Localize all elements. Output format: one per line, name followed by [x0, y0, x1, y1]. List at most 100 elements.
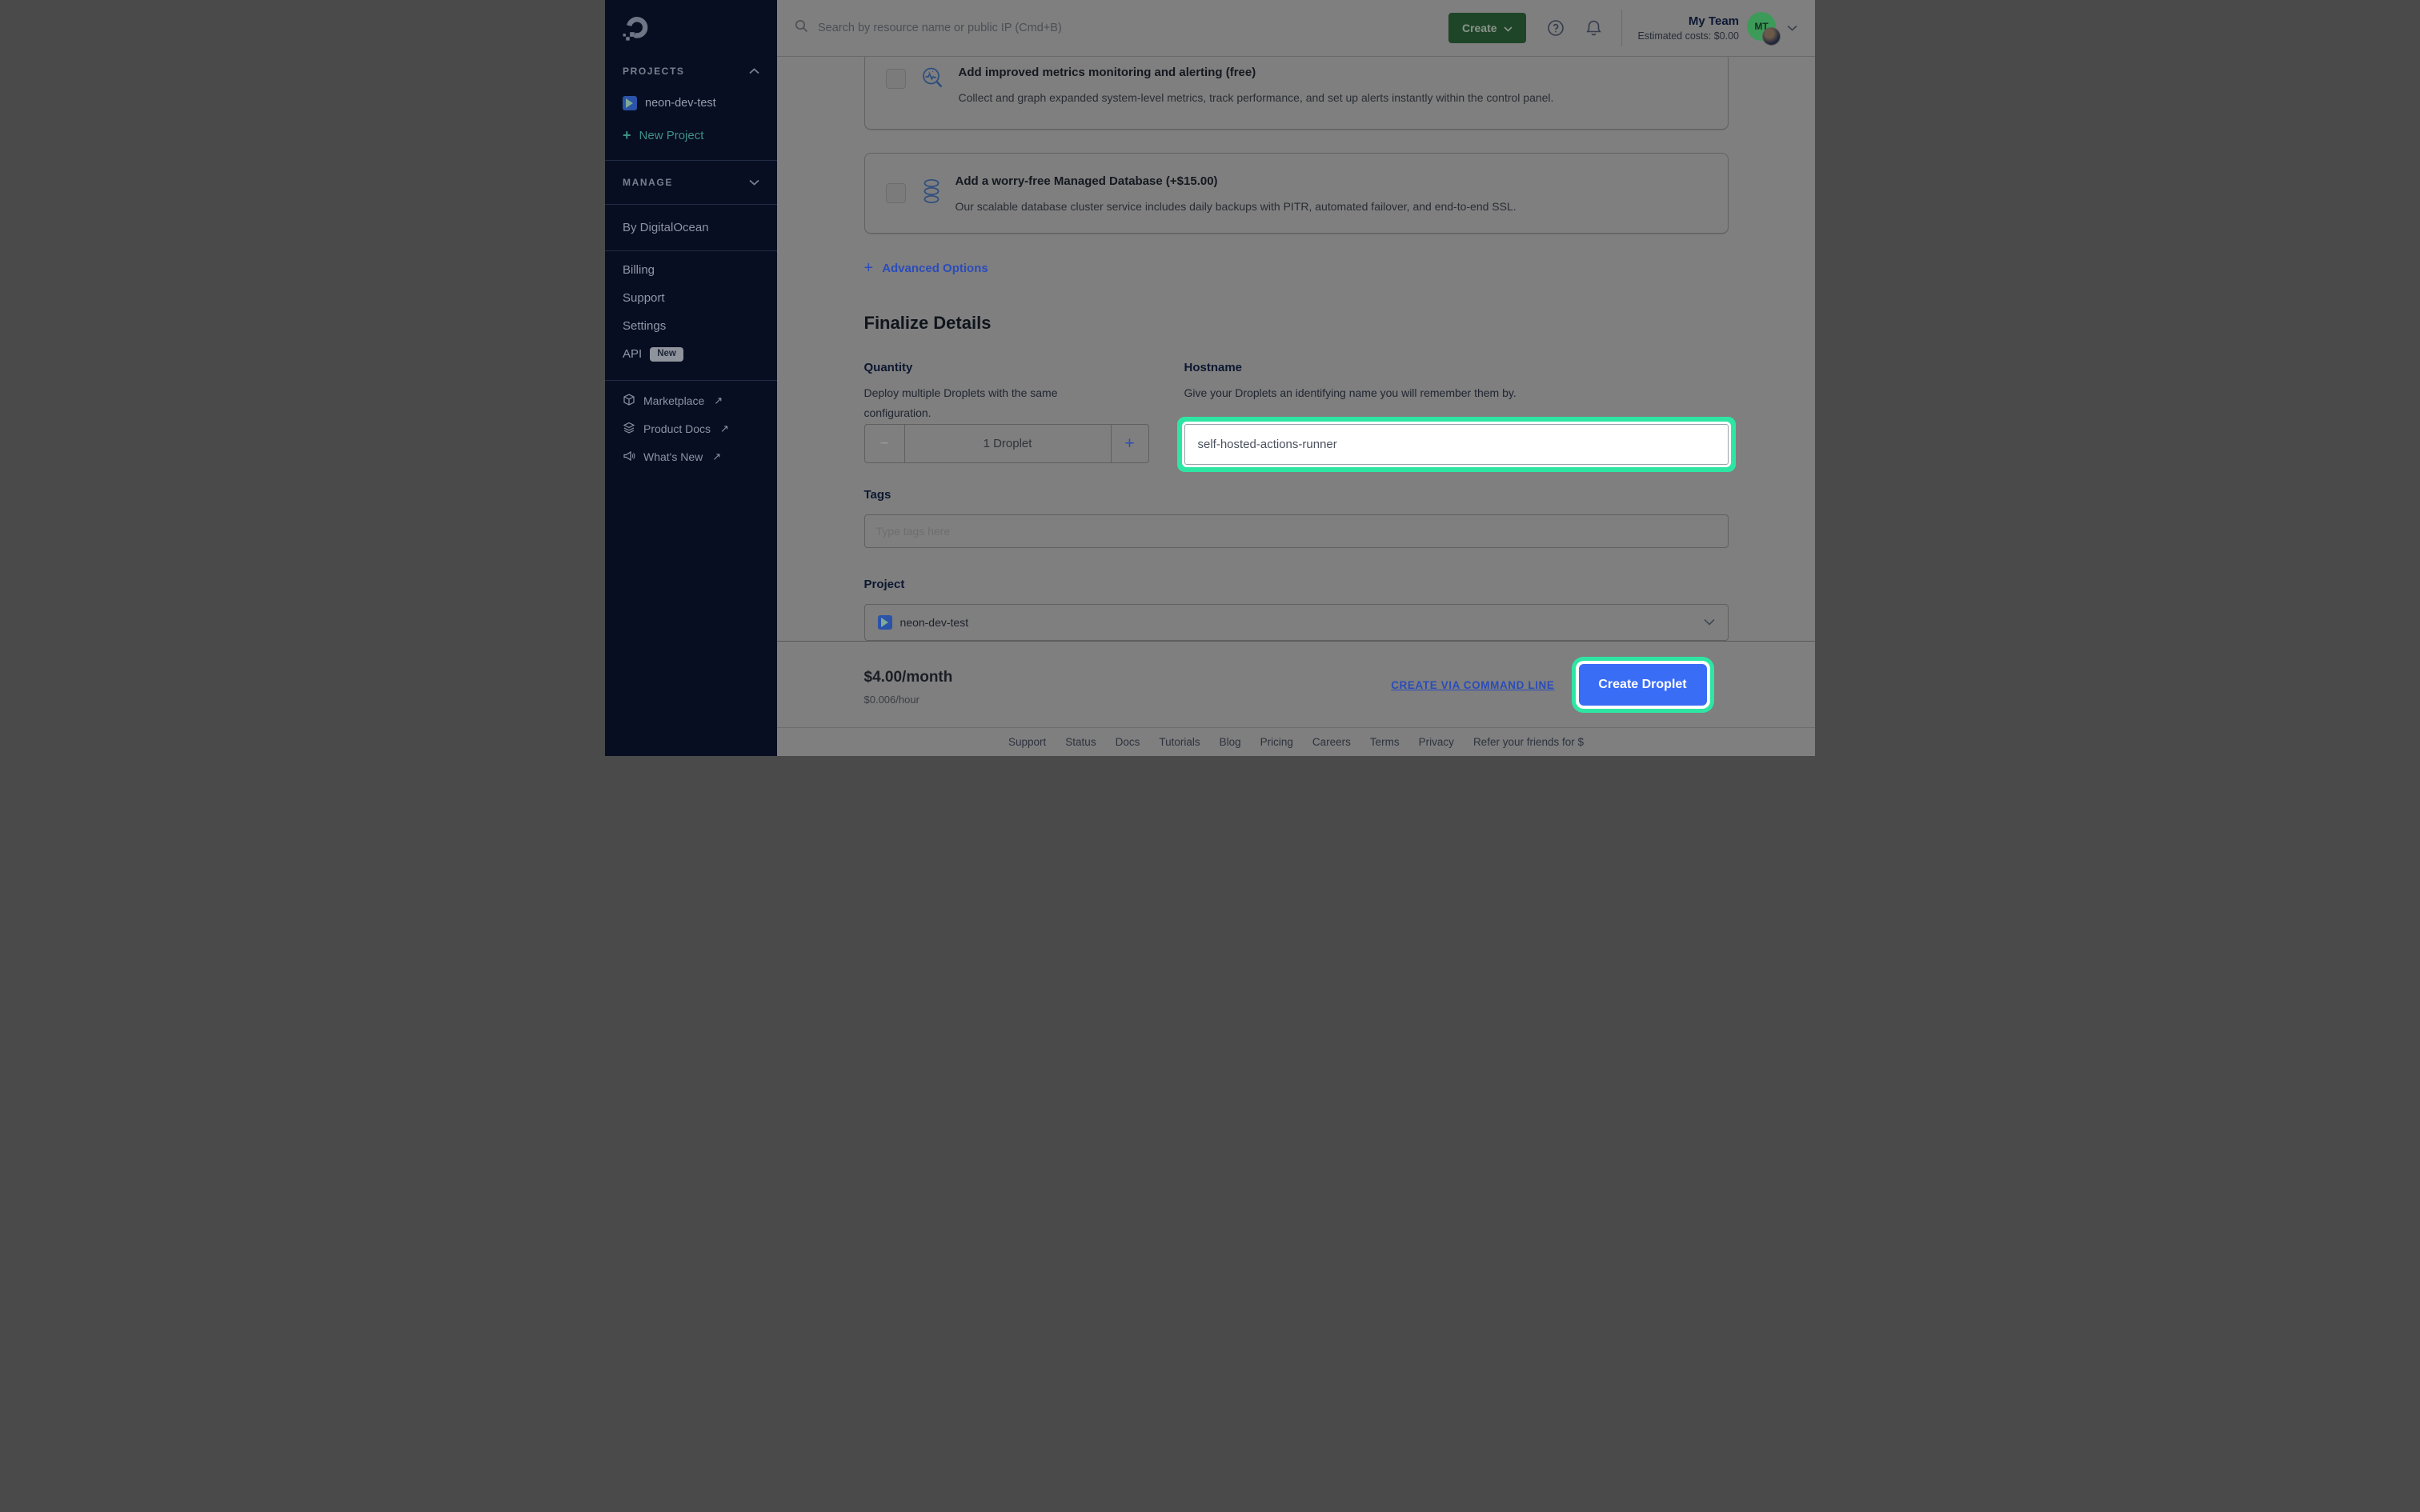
whats-new-label: What's New [643, 450, 703, 463]
sidebar-item-api[interactable]: API New [605, 340, 777, 369]
manage-section-header[interactable]: MANAGE [605, 161, 777, 204]
sidebar-item-support[interactable]: Support [605, 284, 777, 312]
cube-icon [623, 394, 635, 409]
sidebar-item-whats-new[interactable]: What's New ↗ [605, 443, 777, 471]
monitoring-card-title: Add improved metrics monitoring and aler… [959, 66, 1554, 80]
digitalocean-logo-icon[interactable] [623, 16, 650, 43]
chevron-down-icon [1787, 21, 1797, 35]
footer-link-refer[interactable]: Refer your friends for $ [1473, 736, 1584, 748]
managed-database-card-description: Our scalable database cluster service in… [956, 200, 1517, 213]
quantity-label: Quantity [864, 361, 1184, 374]
search-input[interactable] [816, 21, 1156, 35]
api-label: API [623, 347, 642, 361]
chevron-down-icon [1504, 22, 1512, 34]
project-icon [623, 96, 637, 110]
hostname-field: Hostname Give your Droplets an identifyi… [1184, 361, 1729, 465]
product-docs-label: Product Docs [643, 422, 711, 435]
new-project-link[interactable]: + New Project [605, 128, 777, 142]
plus-icon: + [623, 128, 631, 142]
footer-link-status[interactable]: Status [1065, 736, 1096, 748]
database-icon [920, 178, 943, 209]
hostname-label: Hostname [1184, 361, 1729, 374]
hostname-description: Give your Droplets an identifying name y… [1184, 383, 1729, 403]
estimated-costs: Estimated costs: $0.00 [1638, 30, 1739, 42]
managed-database-option-card: Add a worry-free Managed Database (+$15.… [864, 153, 1729, 234]
footer-link-careers[interactable]: Careers [1312, 736, 1351, 748]
tags-input[interactable] [864, 514, 1729, 548]
sidebar: PROJECTS neon-dev-test + New Project MAN… [605, 0, 777, 756]
manage-header-label: MANAGE [623, 177, 673, 188]
footer-link-docs[interactable]: Docs [1116, 736, 1140, 748]
sidebar-external-group: Marketplace ↗ Product Docs ↗ What' [605, 381, 777, 478]
create-button[interactable]: Create [1448, 13, 1526, 43]
monitoring-option-card: Add improved metrics monitoring and aler… [864, 53, 1729, 130]
footer-link-tutorials[interactable]: Tutorials [1159, 736, 1200, 748]
sidebar-item-settings[interactable]: Settings [605, 312, 777, 340]
project-icon [878, 615, 892, 630]
footer-link-support[interactable]: Support [1008, 736, 1046, 748]
topbar-divider [1621, 10, 1622, 46]
bottom-action-bar: $4.00/month $0.006/hour CREATE VIA COMMA… [777, 641, 1815, 728]
tags-field: Tags [864, 488, 1729, 548]
external-link-icon: ↗ [720, 422, 729, 435]
help-icon[interactable] [1547, 19, 1565, 37]
projects-section-header[interactable]: PROJECTS [605, 66, 777, 77]
marketplace-label: Marketplace [643, 394, 704, 407]
digitalocean-create-droplet-page: PROJECTS neon-dev-test + New Project MAN… [605, 0, 1815, 756]
topbar: Create My Team Estimated costs: $0.00 [777, 0, 1815, 57]
managed-database-checkbox[interactable] [886, 183, 906, 203]
megaphone-icon [623, 450, 635, 465]
sidebar-manage-group: Billing Support Settings API New [605, 251, 777, 374]
sidebar-item-marketplace[interactable]: Marketplace ↗ [605, 387, 777, 415]
footer-link-blog[interactable]: Blog [1220, 736, 1241, 748]
tags-label: Tags [864, 488, 1729, 502]
create-via-command-line-link[interactable]: CREATE VIA COMMAND LINE [1391, 679, 1554, 691]
support-label: Support [623, 291, 665, 305]
chevron-down-icon [1704, 615, 1715, 630]
project-name-label: neon-dev-test [645, 97, 716, 110]
project-label: Project [864, 578, 1729, 591]
team-menu[interactable]: My Team Estimated costs: $0.00 MT [1638, 12, 1797, 44]
quantity-description: Deploy multiple Droplets with the same c… [864, 383, 1104, 422]
billing-label: Billing [623, 263, 655, 277]
hostname-input[interactable] [1184, 424, 1729, 465]
advanced-options-link[interactable]: + Advanced Options [864, 260, 988, 276]
quantity-decrease-button[interactable]: − [865, 425, 905, 462]
price-summary: $4.00/month $0.006/hour [864, 669, 953, 706]
project-select[interactable]: neon-dev-test [864, 604, 1729, 641]
create-button-label: Create [1462, 22, 1497, 34]
sidebar-item-billing[interactable]: Billing [605, 256, 777, 284]
footer-link-terms[interactable]: Terms [1370, 736, 1400, 748]
price-per-month: $4.00/month [864, 669, 953, 686]
advanced-options-label: Advanced Options [882, 262, 988, 275]
monitoring-card-description: Collect and graph expanded system-level … [959, 91, 1554, 104]
sidebar-item-project[interactable]: neon-dev-test [605, 96, 777, 110]
quantity-increase-button[interactable]: + [1111, 425, 1148, 462]
team-name: My Team [1638, 14, 1739, 28]
quantity-field: Quantity Deploy multiple Droplets with t… [864, 361, 1184, 465]
project-select-value: neon-dev-test [900, 616, 969, 629]
sidebar-item-by-digitalocean[interactable]: By DigitalOcean [605, 205, 777, 250]
layers-icon [623, 422, 635, 437]
quantity-stepper: − 1 Droplet + [864, 424, 1149, 463]
search-icon [795, 19, 808, 37]
footer-link-pricing[interactable]: Pricing [1260, 736, 1293, 748]
user-avatar [1762, 27, 1781, 46]
new-badge: New [650, 347, 683, 362]
avatar[interactable]: MT [1747, 12, 1779, 44]
create-droplet-button[interactable]: Create Droplet [1579, 664, 1707, 706]
managed-database-card-title: Add a worry-free Managed Database (+$15.… [956, 174, 1517, 189]
settings-label: Settings [623, 319, 666, 333]
monitoring-checkbox[interactable] [886, 69, 906, 89]
quantity-value: 1 Droplet [905, 425, 1111, 462]
plus-icon: + [864, 260, 874, 276]
sidebar-item-product-docs[interactable]: Product Docs ↗ [605, 415, 777, 443]
chevron-up-icon [749, 66, 759, 77]
notifications-bell-icon[interactable] [1585, 19, 1602, 37]
price-per-hour: $0.006/hour [864, 694, 953, 706]
external-link-icon: ↗ [712, 450, 721, 463]
project-field: Project neon-dev-test [864, 578, 1729, 641]
finalize-details-heading: Finalize Details [864, 313, 1729, 334]
global-search[interactable] [795, 19, 1448, 37]
footer-link-privacy[interactable]: Privacy [1419, 736, 1454, 748]
